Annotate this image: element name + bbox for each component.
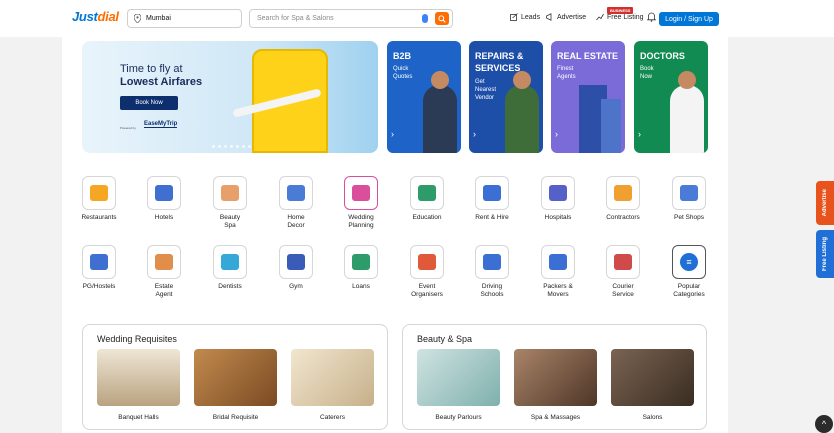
bridal-requisite-image — [194, 349, 277, 406]
restaurant-icon — [90, 185, 108, 201]
spa-massage-image — [514, 349, 597, 406]
location-value: Mumbai — [146, 15, 171, 22]
category-education[interactable]: Education — [394, 176, 460, 222]
category-hotels[interactable]: Hotels — [131, 176, 197, 222]
doctors-card[interactable]: DOCTORS Book Now › — [634, 41, 708, 153]
scroll-to-top-button[interactable]: ^ — [815, 415, 833, 433]
banquet-hall-image — [97, 349, 180, 406]
dumbbell-icon — [287, 254, 305, 270]
caterers-image — [291, 349, 374, 406]
hotel-icon — [155, 185, 173, 201]
tile-spa-massages[interactable]: Spa & Massages — [514, 349, 597, 421]
advertise-link[interactable]: Advertise — [546, 13, 586, 21]
powered-by-label: Powered by — [120, 126, 136, 130]
contractor-icon — [614, 185, 632, 201]
promo-line1: Time to fly at — [120, 63, 183, 75]
category-beauty-spa[interactable]: Beauty Spa — [197, 176, 263, 230]
chevron-right-icon: › — [638, 129, 641, 139]
header: Justdial Mumbai Search for Spa & Salons … — [0, 0, 834, 37]
category-gym[interactable]: Gym — [263, 245, 329, 291]
category-hospitals[interactable]: Hospitals — [525, 176, 591, 222]
search-input[interactable]: Search for Spa & Salons — [249, 9, 453, 28]
free-listing-side-tab[interactable]: Free Listing — [816, 230, 834, 278]
beauty-spa-section: Beauty & Spa Beauty Parlours Spa & Massa… — [402, 324, 707, 430]
category-restaurants[interactable]: Restaurants — [66, 176, 132, 222]
megaphone-icon — [546, 13, 552, 21]
tile-bridal-requisite[interactable]: Bridal Requisite — [194, 349, 277, 421]
beauty-spa-icon — [221, 185, 239, 201]
login-signup-button[interactable]: Login / Sign Up — [659, 12, 719, 26]
advertise-side-tab[interactable]: Advertise — [816, 181, 834, 225]
truck-icon — [549, 254, 567, 270]
doctor-illustration — [670, 85, 704, 153]
search-placeholder: Search for Spa & Salons — [257, 15, 334, 22]
category-estate-agent[interactable]: Estate Agent — [131, 245, 197, 299]
book-now-button[interactable]: Book Now — [120, 96, 178, 110]
leads-link[interactable]: Leads — [510, 13, 540, 21]
chevron-right-icon: › — [555, 129, 558, 139]
chevron-right-icon: › — [473, 129, 476, 139]
rent-hire-icon — [483, 185, 501, 201]
hospital-icon — [549, 185, 567, 201]
category-home-decor[interactable]: Home Decor — [263, 176, 329, 230]
category-dentists[interactable]: Dentists — [197, 245, 263, 291]
tile-salons[interactable]: Salons — [611, 349, 694, 421]
category-pg-hostels[interactable]: PG/Hostels — [66, 245, 132, 291]
easemytrip-logo: EaseMyTrip — [144, 121, 178, 128]
tile-beauty-parlours[interactable]: Beauty Parlours — [417, 349, 500, 421]
location-pin-icon — [134, 14, 141, 23]
search-button[interactable] — [435, 12, 449, 25]
person-illustration — [423, 85, 457, 153]
tile-banquet-halls[interactable]: Banquet Halls — [97, 349, 180, 421]
leads-icon — [510, 13, 518, 21]
real-estate-card[interactable]: REAL ESTATE Finest Agents › — [551, 41, 625, 153]
tooth-icon — [221, 254, 239, 270]
search-icon — [438, 14, 446, 23]
carousel-dots[interactable] — [212, 145, 251, 148]
section-title: Wedding Requisites — [97, 334, 177, 344]
salon-image — [611, 349, 694, 406]
wedding-icon — [352, 185, 370, 201]
b2b-card[interactable]: B2B Quick Quotes › — [387, 41, 461, 153]
category-popular-categories[interactable]: ≡ Popular Categories — [656, 245, 722, 299]
category-driving-schools[interactable]: Driving Schools — [459, 245, 525, 299]
category-wedding-planning[interactable]: Wedding Planning — [328, 176, 394, 230]
wedding-requisites-section: Wedding Requisites Banquet Halls Bridal … — [82, 324, 388, 430]
chevron-up-icon: ^ — [821, 419, 827, 429]
category-pet-shops[interactable]: Pet Shops — [656, 176, 722, 222]
category-contractors[interactable]: Contractors — [590, 176, 656, 222]
location-field[interactable]: Mumbai — [127, 9, 242, 28]
bell-icon — [647, 12, 656, 22]
promo-line2: Lowest Airfares — [120, 76, 203, 88]
money-bag-icon — [352, 254, 370, 270]
bed-icon — [90, 254, 108, 270]
tile-caterers[interactable]: Caterers — [291, 349, 374, 421]
category-loans[interactable]: Loans — [328, 245, 394, 291]
menu-icon: ≡ — [680, 253, 698, 271]
courier-icon — [614, 254, 632, 270]
bunting-icon — [418, 254, 436, 270]
estate-agent-icon — [155, 254, 173, 270]
category-courier-service[interactable]: Courier Service — [590, 245, 656, 299]
category-packers-movers[interactable]: Packers & Movers — [525, 245, 591, 299]
flight-promo-banner[interactable]: Time to fly at Lowest Airfares Book Now … — [82, 41, 378, 153]
category-event-organisers[interactable]: Event Organisers — [394, 245, 460, 299]
free-listing-link[interactable]: Free Listing — [596, 13, 644, 21]
notification-bell[interactable] — [647, 12, 656, 22]
beauty-parlour-image — [417, 349, 500, 406]
section-title: Beauty & Spa — [417, 334, 473, 344]
justdial-logo[interactable]: Justdial — [72, 9, 119, 24]
repairs-services-card[interactable]: REPAIRS & SERVICES Get Nearest Vendor › — [469, 41, 543, 153]
home-decor-icon — [287, 185, 305, 201]
category-rent-hire[interactable]: Rent & Hire — [459, 176, 525, 222]
education-icon — [418, 185, 436, 201]
microphone-icon[interactable] — [422, 14, 428, 23]
car-icon — [483, 254, 501, 270]
trend-icon — [596, 13, 604, 21]
chevron-right-icon: › — [391, 129, 394, 139]
pet-shop-icon — [680, 185, 698, 201]
person-illustration — [505, 85, 539, 153]
